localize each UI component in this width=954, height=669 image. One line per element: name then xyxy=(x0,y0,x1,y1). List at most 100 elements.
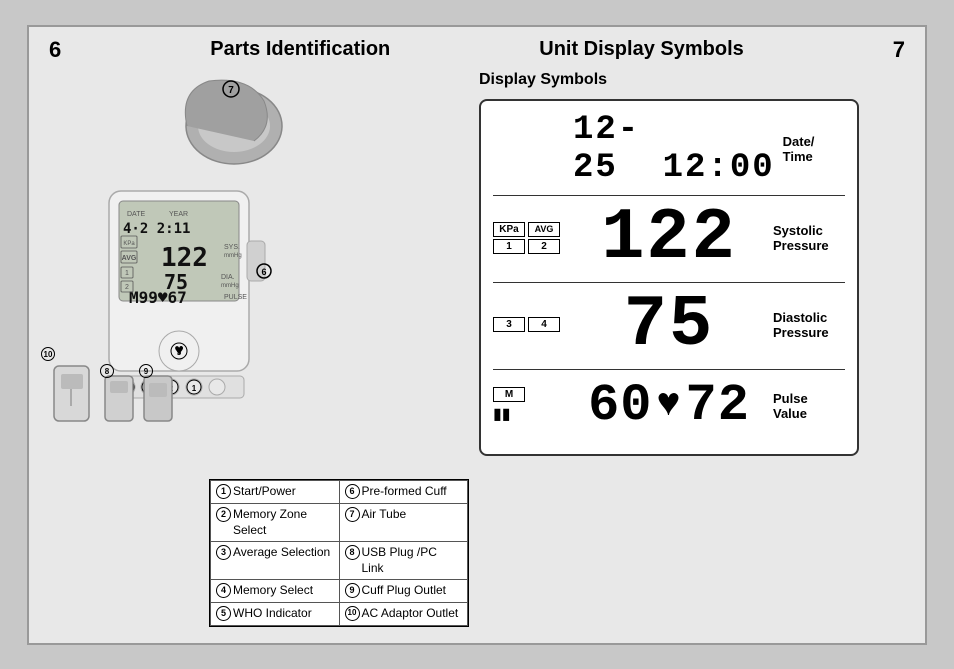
part-cell: 7 Air Tube xyxy=(339,503,468,541)
svg-text:4·2 2:11: 4·2 2:11 xyxy=(123,221,190,237)
part-cell: 2 Memory Zone Select xyxy=(211,503,340,541)
part-num-2: 2 xyxy=(216,507,231,522)
table-row: 2 Memory Zone Select 7 Air Tube xyxy=(211,503,468,541)
part-label-8: USB Plug /PC Link xyxy=(362,545,463,576)
title-left: Parts Identification xyxy=(210,38,390,61)
part-num-10: 10 xyxy=(345,606,360,621)
svg-text:1: 1 xyxy=(192,384,197,393)
svg-text:AVG: AVG xyxy=(122,255,137,262)
part-num-9: 9 xyxy=(345,583,360,598)
table-row: 5 WHO Indicator 10 AC Adaptor Outlet xyxy=(211,602,468,625)
label-9: 9 xyxy=(139,361,153,379)
part-cell: 5 WHO Indicator xyxy=(211,602,340,625)
date-time-value: 12-25 12:00 xyxy=(573,111,775,187)
page-container: 6 Parts Identification Unit Display Symb… xyxy=(27,25,927,645)
pulse-value: 60 ♥ 72 xyxy=(573,380,765,432)
part-label-5: WHO Indicator xyxy=(233,606,312,622)
parts-table: 1 Start/Power 6 Pre-formed Cuff xyxy=(209,479,469,626)
part-cell: 8 USB Plug /PC Link xyxy=(339,542,468,580)
systolic-icon-group2: 1 2 xyxy=(493,239,573,254)
divider-3 xyxy=(493,369,845,370)
table-row: 1 Start/Power 6 Pre-formed Cuff xyxy=(211,481,468,504)
table-row: 3 Average Selection 8 USB Plug /PC Link xyxy=(211,542,468,580)
systolic-icon-group: KPa AVG xyxy=(493,222,573,237)
display-symbols-title: Display Symbols xyxy=(479,71,905,89)
small-device-group: 10 8 xyxy=(49,356,176,431)
systolic-display: 122 xyxy=(601,202,737,274)
part-cell: 9 Cuff Plug Outlet xyxy=(339,580,468,603)
svg-text:DATE: DATE xyxy=(127,211,145,218)
diastolic-icon-group: 3 4 xyxy=(493,317,573,332)
part-label-9: Cuff Plug Outlet xyxy=(362,583,447,599)
part-label-6: Pre-formed Cuff xyxy=(362,484,447,500)
svg-text:2: 2 xyxy=(125,284,129,291)
main-content: 7 DATE YEAR 4·2 2:11 122 SYS. mmHg xyxy=(49,71,905,627)
part-num-8: 8 xyxy=(345,545,360,560)
heart-symbol: ♥ xyxy=(656,386,681,426)
svg-text:PULSE: PULSE xyxy=(224,294,247,301)
pulse-icons: M ▮▮ xyxy=(493,387,573,424)
mem1-icon: 1 xyxy=(493,239,525,254)
pulse-label: PulseValue xyxy=(765,391,845,421)
date-time-display: 12-25 12:00 xyxy=(573,111,775,187)
diastolic-value: 75 xyxy=(573,289,765,361)
mem4-icon: 4 xyxy=(528,317,560,332)
device-illustration-area: 7 DATE YEAR 4·2 2:11 122 SYS. mmHg xyxy=(49,71,469,431)
part-num-7: 7 xyxy=(345,507,360,522)
diastolic-icons: 3 4 xyxy=(493,317,573,332)
part-label-3: Average Selection xyxy=(233,545,330,561)
small-devices-89: 8 9 xyxy=(102,371,176,431)
svg-text:KPa: KPa xyxy=(123,241,135,247)
display-panel: 12-25 12:00 Date/Time KPa AVG 1 2 xyxy=(479,99,859,456)
svg-text:mmHg: mmHg xyxy=(221,283,239,289)
battery-icon: ▮▮ xyxy=(493,404,573,424)
svg-text:M99♥67: M99♥67 xyxy=(129,288,187,307)
diastolic-display: 75 xyxy=(624,289,714,361)
part-cell: 1 Start/Power xyxy=(211,481,340,504)
diastolic-label: DiastolicPressure xyxy=(765,310,845,340)
systolic-label: SystolicPressure xyxy=(765,223,845,253)
m-icon: M xyxy=(493,387,525,402)
page-number-left: 6 xyxy=(49,37,61,63)
small-device-8: 8 xyxy=(102,371,137,431)
divider-1 xyxy=(493,195,845,196)
part-cell: 4 Memory Select xyxy=(211,580,340,603)
part-num-4: 4 xyxy=(216,583,231,598)
parts-list-table: 1 Start/Power 6 Pre-formed Cuff xyxy=(210,480,468,625)
svg-text:mmHg: mmHg xyxy=(224,253,242,259)
part-label-10: AC Adaptor Outlet xyxy=(362,606,459,622)
part-cell: 6 Pre-formed Cuff xyxy=(339,481,468,504)
svg-text:122: 122 xyxy=(161,243,208,273)
pulse-60: 60 xyxy=(588,380,652,432)
svg-text:YEAR: YEAR xyxy=(169,211,188,218)
label-10: 10 xyxy=(41,344,55,362)
date-time-label: Date/Time xyxy=(775,134,845,164)
svg-text:SYS.: SYS. xyxy=(224,244,240,251)
left-panel: 7 DATE YEAR 4·2 2:11 122 SYS. mmHg xyxy=(49,71,469,627)
svg-text:1: 1 xyxy=(125,270,129,277)
avg-icon: AVG xyxy=(528,222,560,237)
systolic-row: KPa AVG 1 2 122 SystolicPressure xyxy=(493,202,845,274)
right-panel: Display Symbols 12-25 12:00 Date/Time KP… xyxy=(479,71,905,627)
part-num-1: 1 xyxy=(216,484,231,499)
svg-text:7: 7 xyxy=(228,85,234,96)
mem2-icon: 2 xyxy=(528,239,560,254)
divider-2 xyxy=(493,282,845,283)
date-time-row: 12-25 12:00 Date/Time xyxy=(493,111,845,187)
mem3-icon: 3 xyxy=(493,317,525,332)
page-number-right: 7 xyxy=(893,37,905,63)
part-num-3: 3 xyxy=(216,545,231,560)
small-device-10: 10 xyxy=(49,356,94,431)
part-num-6: 6 xyxy=(345,484,360,499)
pulse-72: 72 xyxy=(686,380,750,432)
page-header: 6 Parts Identification Unit Display Symb… xyxy=(49,37,905,63)
title-right: Unit Display Symbols xyxy=(539,38,744,61)
part-cell: 10 AC Adaptor Outlet xyxy=(339,602,468,625)
part-label-2: Memory Zone Select xyxy=(233,507,334,538)
label-8: 8 xyxy=(100,361,114,379)
kpa-icon: KPa xyxy=(493,222,525,237)
pulse-display: 60 ♥ 72 xyxy=(588,380,750,432)
systolic-icons: KPa AVG 1 2 xyxy=(493,222,573,254)
systolic-value: 122 xyxy=(573,202,765,274)
table-row: 4 Memory Select 9 Cuff Plug Outlet xyxy=(211,580,468,603)
